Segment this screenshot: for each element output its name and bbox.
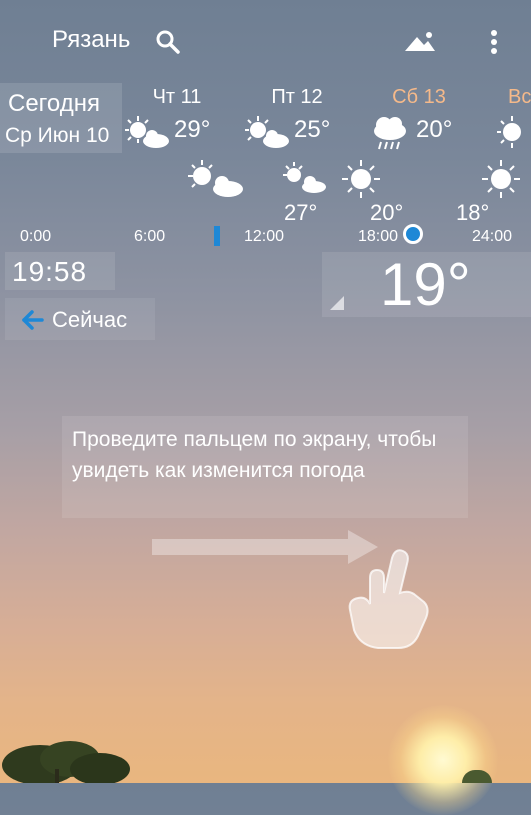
timeline-label: 24:00 bbox=[472, 228, 513, 245]
timeline-label: 0:00 bbox=[20, 228, 52, 245]
day-name: Чт 11 bbox=[152, 86, 202, 108]
search-icon[interactable] bbox=[150, 24, 186, 60]
forecast-day-3[interactable]: Сб 13 20° bbox=[364, 86, 474, 156]
forecast-day-1[interactable]: Чт 11 29° bbox=[122, 86, 232, 156]
sun-cloud-icon bbox=[280, 160, 328, 202]
day-temp: 29° bbox=[174, 116, 211, 143]
more-vert-icon[interactable] bbox=[476, 24, 512, 60]
day-temp: 25° bbox=[294, 116, 331, 143]
forecast-day-4[interactable]: Вс bbox=[486, 86, 531, 156]
current-temperature: 19° bbox=[380, 251, 471, 318]
sun-cloud-icon bbox=[184, 158, 243, 200]
trees-decoration bbox=[0, 735, 140, 785]
current-time: 19:58 bbox=[12, 256, 88, 287]
sun-icon bbox=[486, 112, 531, 152]
rain-icon bbox=[364, 112, 416, 152]
current-time-marker bbox=[214, 226, 220, 246]
day-name: Сб 13 bbox=[392, 86, 446, 108]
sun-decoration bbox=[388, 705, 498, 815]
timeline-label: 6:00 bbox=[134, 228, 166, 245]
hourly-temp: 18° bbox=[456, 200, 490, 225]
day-name: Пт 12 bbox=[271, 86, 323, 108]
back-arrow-icon[interactable] bbox=[20, 308, 44, 337]
sun-icon bbox=[340, 158, 388, 200]
sun-cloud-icon bbox=[242, 112, 294, 152]
swipe-hint-text: Проведите пальцем по экрану, чтобы увиде… bbox=[72, 428, 437, 482]
timeline-label: 18:00 bbox=[358, 228, 399, 245]
forecast-day-2[interactable]: Пт 12 25° bbox=[242, 86, 352, 156]
day-temp: 20° bbox=[416, 116, 453, 143]
day-name: Вс bbox=[508, 86, 531, 108]
sun-cloud-icon bbox=[122, 112, 174, 152]
timeline-slider-handle[interactable] bbox=[403, 224, 423, 244]
hourly-temp: 20° bbox=[370, 200, 404, 225]
today-label: Сегодня bbox=[8, 90, 100, 117]
sun-icon bbox=[480, 158, 528, 200]
city-name[interactable]: Рязань bbox=[52, 26, 130, 54]
now-label[interactable]: Сейчас bbox=[52, 307, 127, 333]
hourly-temp: 27° bbox=[284, 200, 318, 225]
hand-pointer-icon bbox=[340, 538, 440, 658]
today-date: Ср Июн 10 bbox=[5, 124, 110, 147]
timeline-label: 12:00 bbox=[244, 228, 285, 245]
landscape-icon[interactable] bbox=[402, 24, 438, 60]
corner-indicator bbox=[330, 296, 344, 310]
